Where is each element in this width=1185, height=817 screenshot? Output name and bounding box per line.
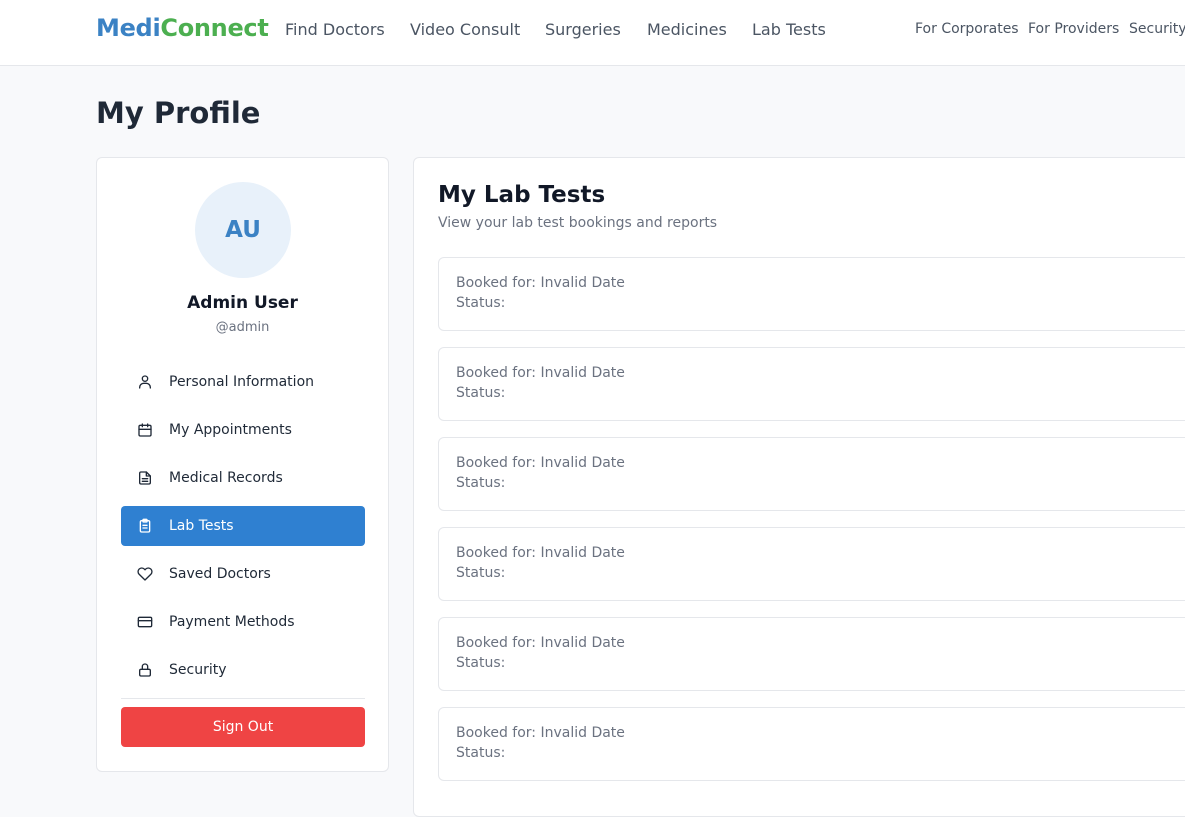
nav-for-providers[interactable]: For Providers <box>1028 21 1119 37</box>
nav-video-consult[interactable]: Video Consult <box>410 20 520 39</box>
lab-test-booking-card[interactable]: Booked for: Invalid Date Status: <box>438 617 1185 691</box>
user-handle: @admin <box>215 320 270 335</box>
booking-status: Status: <box>456 295 506 311</box>
sidebar-item-security[interactable]: Security <box>121 650 365 690</box>
page-title: My Profile <box>96 96 261 130</box>
lab-test-booking-card[interactable]: Booked for: Invalid Date Status: <box>438 257 1185 331</box>
booking-status: Status: <box>456 565 506 581</box>
nav-find-doctors[interactable]: Find Doctors <box>285 20 385 39</box>
lock-icon <box>137 662 153 678</box>
booking-date: Booked for: Invalid Date <box>456 365 625 381</box>
sidebar-item-label: Security <box>169 662 227 678</box>
booking-status: Status: <box>456 745 506 761</box>
nav-lab-tests[interactable]: Lab Tests <box>752 20 826 39</box>
clipboard-icon <box>137 518 153 534</box>
sidebar-item-label: Lab Tests <box>169 518 234 534</box>
nav-surgeries[interactable]: Surgeries <box>545 20 621 39</box>
booking-status: Status: <box>456 655 506 671</box>
heart-icon <box>137 566 153 582</box>
avatar: AU <box>195 182 291 278</box>
section-subtitle: View your lab test bookings and reports <box>438 215 718 231</box>
sidebar-item-lab-tests[interactable]: Lab Tests <box>121 506 365 546</box>
logo-text-connect: Connect <box>160 14 269 42</box>
lab-tests-panel: My Lab Tests View your lab test bookings… <box>413 157 1185 817</box>
sidebar-divider <box>121 698 365 699</box>
sidebar-item-payment-methods[interactable]: Payment Methods <box>121 602 365 642</box>
sidebar-item-personal-information[interactable]: Personal Information <box>121 362 365 402</box>
booking-date: Booked for: Invalid Date <box>456 635 625 651</box>
credit-card-icon <box>137 614 153 630</box>
section-title: My Lab Tests <box>438 182 606 208</box>
lab-test-booking-card[interactable]: Booked for: Invalid Date Status: <box>438 707 1185 781</box>
booking-date: Booked for: Invalid Date <box>456 455 625 471</box>
user-name: Admin User <box>187 293 298 313</box>
sidebar-item-saved-doctors[interactable]: Saved Doctors <box>121 554 365 594</box>
sidebar-item-my-appointments[interactable]: My Appointments <box>121 410 365 450</box>
booking-date: Booked for: Invalid Date <box>456 275 625 291</box>
booking-status: Status: <box>456 385 506 401</box>
user-icon <box>137 374 153 390</box>
booking-date: Booked for: Invalid Date <box>456 725 625 741</box>
sidebar-item-label: Saved Doctors <box>169 566 271 582</box>
document-icon <box>137 470 153 486</box>
sign-out-button[interactable]: Sign Out <box>121 707 365 747</box>
nav-security[interactable]: Security <box>1129 21 1185 37</box>
sidebar-item-label: Medical Records <box>169 470 283 486</box>
top-navbar: MediConnect Find Doctors Video Consult S… <box>0 0 1185 66</box>
lab-test-booking-card[interactable]: Booked for: Invalid Date Status: <box>438 347 1185 421</box>
sidebar-item-medical-records[interactable]: Medical Records <box>121 458 365 498</box>
lab-test-booking-card[interactable]: Booked for: Invalid Date Status: <box>438 437 1185 511</box>
booking-status: Status: <box>456 475 506 491</box>
booking-date: Booked for: Invalid Date <box>456 545 625 561</box>
logo-text-medi: Medi <box>96 14 161 42</box>
nav-medicines[interactable]: Medicines <box>647 20 727 39</box>
sidebar-item-label: Personal Information <box>169 374 315 390</box>
logo[interactable]: MediConnect <box>96 14 269 42</box>
profile-sidebar: AU Admin User @admin Personal Informatio… <box>96 157 389 772</box>
calendar-icon <box>137 422 153 438</box>
nav-for-corporates[interactable]: For Corporates <box>915 21 1019 37</box>
lab-test-booking-card[interactable]: Booked for: Invalid Date Status: <box>438 527 1185 601</box>
sidebar-item-label: Payment Methods <box>169 614 295 630</box>
sidebar-item-label: My Appointments <box>169 422 292 438</box>
